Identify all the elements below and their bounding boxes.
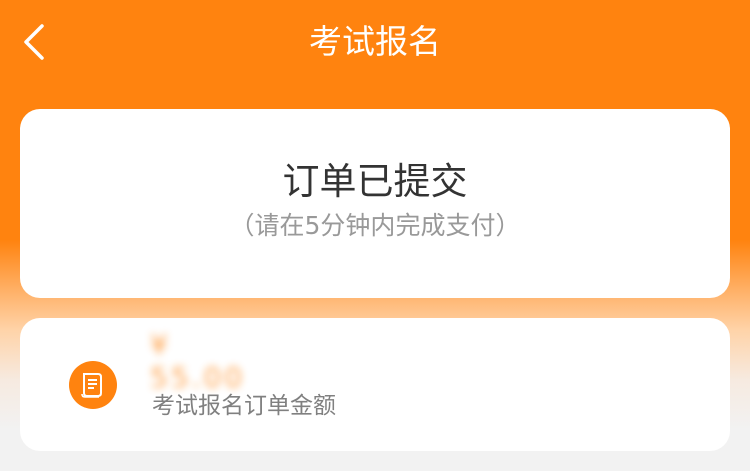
order-status-title: 订单已提交 [282, 160, 468, 203]
receipt-icon [69, 361, 117, 409]
order-status-card: 订单已提交 （请在5分钟内完成支付） [20, 109, 730, 298]
payment-deadline-note: （请在5分钟内完成支付） [229, 211, 521, 240]
order-amount: ¥ 55.00 [150, 328, 272, 394]
order-amount-value: ¥ 55.00 [150, 328, 246, 394]
top-navbar: 考试报名 [0, 0, 750, 88]
order-amount-label: 考试报名订单金额 [152, 393, 336, 419]
page-title: 考试报名 [309, 22, 441, 61]
order-amount-card: ¥ 55.00 考试报名订单金额 [20, 318, 730, 451]
